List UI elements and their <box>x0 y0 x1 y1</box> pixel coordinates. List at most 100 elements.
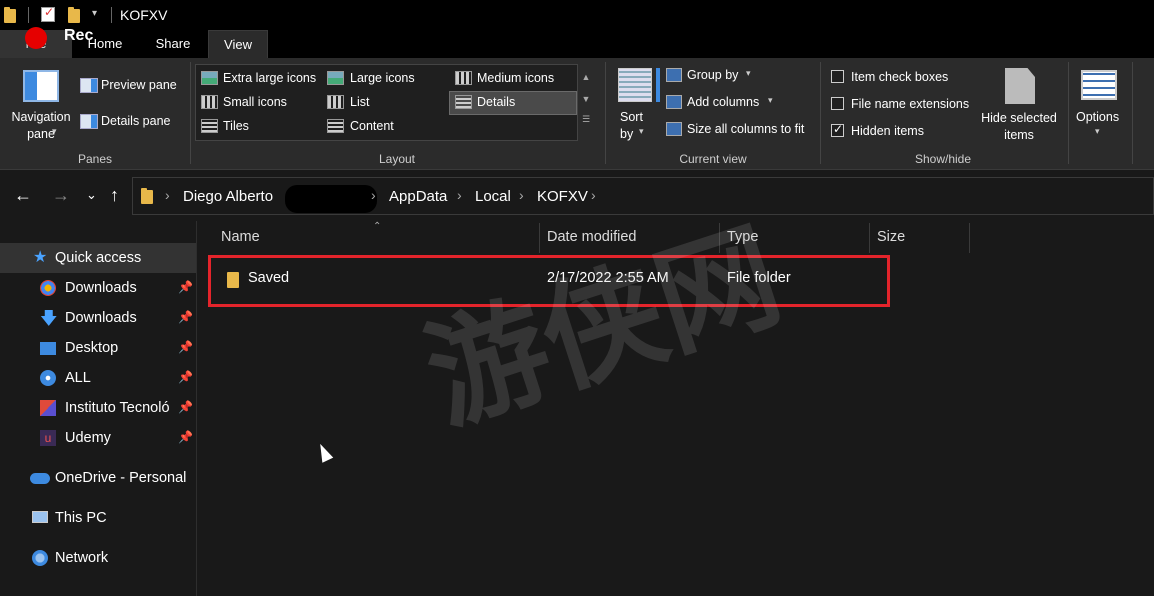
panes-group-label: Panes <box>77 152 113 166</box>
udemy-icon: u <box>40 430 56 446</box>
properties-icon[interactable] <box>41 5 55 22</box>
layout-details[interactable]: Details <box>477 95 515 109</box>
sidebar-item-downloads[interactable]: Downloads 📌 <box>0 273 196 303</box>
pin-icon[interactable]: 📌 <box>178 370 193 384</box>
add-columns-dropdown-icon[interactable]: ▾ <box>768 95 773 106</box>
sort-by-icon[interactable] <box>618 68 652 102</box>
group-by-dropdown-icon[interactable]: ▾ <box>746 68 751 79</box>
large-icons-icon <box>327 71 344 85</box>
chevron-down-icon[interactable]: ▼ <box>579 94 593 104</box>
sidebar-item-label: Instituto Tecnoló <box>65 400 170 416</box>
breadcrumb-appdata[interactable]: AppData <box>389 188 447 205</box>
size-all-columns-button[interactable]: Size all columns to fit <box>687 122 804 136</box>
sidebar-item-network[interactable]: Network <box>0 543 196 573</box>
breadcrumb-kofxv[interactable]: KOFXV <box>537 188 588 205</box>
desktop-icon <box>40 342 56 355</box>
sidebar-item-label: This PC <box>55 510 107 526</box>
globe-icon <box>40 280 56 296</box>
layout-tiles[interactable]: Tiles <box>223 119 249 133</box>
layout-content[interactable]: Content <box>350 119 394 133</box>
sidebar-item-label: OneDrive - Personal <box>55 470 187 486</box>
layout-small-icons[interactable]: Small icons <box>223 95 287 109</box>
sidebar-item-label: Desktop <box>65 340 119 356</box>
add-columns-icon <box>666 95 682 109</box>
pin-icon[interactable]: 📌 <box>178 340 193 354</box>
layout-gallery-scroll[interactable]: ▲ ▼ ☰ <box>579 64 593 141</box>
more-icon[interactable]: ☰ <box>579 114 593 125</box>
network-icon <box>32 550 48 566</box>
sidebar-item-udemy[interactable]: u Udemy 📌 <box>0 423 196 453</box>
sidebar-item-label: Downloads <box>65 310 137 326</box>
navigation-pane-dropdown-icon[interactable]: ▾ <box>52 126 57 137</box>
customize-quick-access-icon[interactable]: ▾ <box>92 8 97 19</box>
item-check-boxes-label[interactable]: Item check boxes <box>851 70 948 84</box>
sidebar-item-this-pc[interactable]: This PC <box>0 503 196 533</box>
list-icon <box>327 95 344 109</box>
column-header-name[interactable]: Name <box>221 229 260 245</box>
options-icon[interactable] <box>1081 70 1117 100</box>
content-icon <box>327 119 344 133</box>
sort-by-dropdown-icon[interactable]: ▾ <box>639 126 644 137</box>
folder-icon[interactable] <box>4 7 16 23</box>
sidebar-item-instituto[interactable]: Instituto Tecnoló 📌 <box>0 393 196 423</box>
preview-pane-button[interactable]: Preview pane <box>101 78 177 92</box>
drive-icon <box>40 370 56 386</box>
sidebar-item-onedrive[interactable]: OneDrive - Personal <box>0 463 196 493</box>
navigation-pane-button[interactable]: Navigation pane <box>8 109 74 143</box>
up-arrow-icon[interactable]: ↑ <box>110 185 119 206</box>
breadcrumb-local[interactable]: Local <box>475 188 511 205</box>
recent-locations-chevron-icon[interactable]: ⌄ <box>86 187 97 203</box>
chevron-right-icon[interactable]: › <box>457 187 462 203</box>
sidebar-item-all[interactable]: ALL 📌 <box>0 363 196 393</box>
breadcrumb-user[interactable]: Diego Alberto <box>183 188 273 205</box>
pin-icon[interactable]: 📌 <box>178 400 193 414</box>
group-by-button[interactable]: Group by <box>687 68 738 82</box>
options-dropdown-icon[interactable]: ▾ <box>1095 126 1100 137</box>
forward-arrow-icon[interactable]: → <box>52 185 70 206</box>
pin-icon[interactable]: 📌 <box>178 430 193 444</box>
navigation-pane-icon[interactable] <box>23 70 59 102</box>
ribbon: Navigation pane ▾ Preview pane Details p… <box>0 58 1154 170</box>
options-group: Options ▾ <box>1070 58 1130 170</box>
layout-group-label: Layout <box>378 152 416 166</box>
pin-icon[interactable]: 📌 <box>178 310 193 324</box>
title-bar: ▾ KOFXV <box>0 0 1154 30</box>
layout-medium-icons[interactable]: Medium icons <box>477 71 554 85</box>
cloud-icon <box>30 473 50 484</box>
panes-group: Navigation pane ▾ Preview pane Details p… <box>0 58 190 170</box>
new-folder-icon[interactable] <box>68 7 80 23</box>
recording-label: Rec <box>64 27 94 44</box>
chevron-up-icon[interactable]: ▲ <box>579 72 593 82</box>
sidebar-item-label: Udemy <box>65 430 111 446</box>
column-header-size[interactable]: Size <box>877 229 905 245</box>
chevron-right-icon[interactable]: › <box>519 187 524 203</box>
sidebar-item-label: Network <box>55 550 109 566</box>
tiles-icon <box>201 119 218 133</box>
layout-list[interactable]: List <box>350 95 369 109</box>
hide-selected-items-icon[interactable] <box>1005 68 1035 104</box>
layout-extra-large-icons[interactable]: Extra large icons <box>223 71 316 85</box>
chevron-right-icon[interactable]: › <box>591 187 596 203</box>
address-bar[interactable]: › Diego Alberto › AppData › Local › KOFX… <box>132 177 1154 215</box>
sidebar-item-quick-access[interactable]: ★ Quick access <box>0 243 196 273</box>
chevron-right-icon[interactable]: › <box>371 187 376 203</box>
hidden-items-checkbox[interactable] <box>831 122 844 137</box>
sidebar-item-label: Quick access <box>55 250 142 266</box>
tab-share[interactable]: Share <box>148 30 198 58</box>
file-name-extensions-checkbox[interactable] <box>831 97 844 110</box>
chevron-right-icon[interactable]: › <box>165 187 170 203</box>
sidebar-item-downloads-2[interactable]: 🡇 Downloads 📌 <box>0 303 196 333</box>
details-pane-button[interactable]: Details pane <box>101 114 171 128</box>
item-check-boxes-checkbox[interactable] <box>831 70 844 83</box>
tab-view[interactable]: View <box>208 30 268 58</box>
sidebar-item-label: ALL <box>65 370 91 386</box>
hidden-items-label[interactable]: Hidden items <box>851 124 924 138</box>
back-arrow-icon[interactable]: ← <box>14 185 32 206</box>
options-button[interactable]: Options <box>1076 110 1119 124</box>
sidebar-item-desktop[interactable]: Desktop 📌 <box>0 333 196 363</box>
layout-large-icons[interactable]: Large icons <box>350 71 415 85</box>
add-columns-button[interactable]: Add columns <box>687 95 759 109</box>
pin-icon[interactable]: 📌 <box>178 280 193 294</box>
file-name-extensions-label[interactable]: File name extensions <box>851 97 969 111</box>
hide-selected-items-button[interactable]: Hide selected items <box>978 110 1060 144</box>
